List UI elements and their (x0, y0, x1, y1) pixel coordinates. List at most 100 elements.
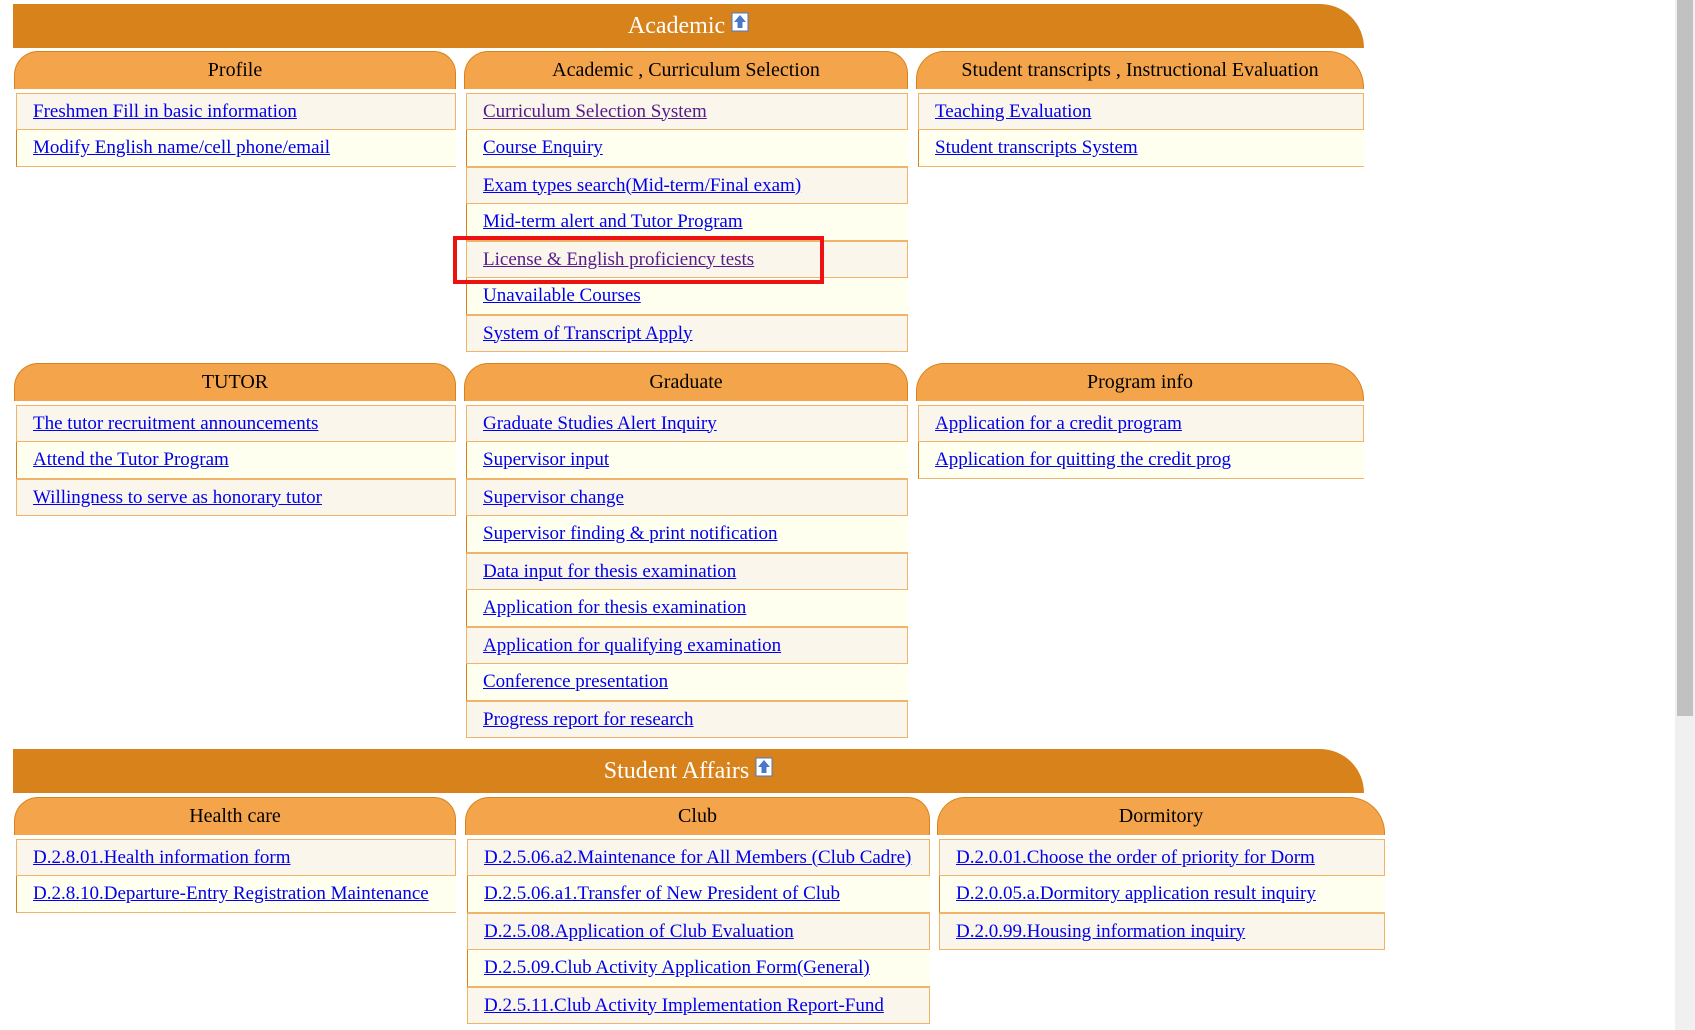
link-credit-program-apply[interactable]: Application for a credit program (935, 413, 1182, 435)
link-graduate-alert-inquiry[interactable]: Graduate Studies Alert Inquiry (483, 413, 717, 435)
program-list: Application for a credit program Applica… (916, 405, 1364, 479)
section-dormitory: Dormitory D.2.0.01.Choose the order of p… (937, 797, 1385, 950)
profile-list: Freshmen Fill in basic information Modif… (14, 93, 456, 167)
section-curriculum: Academic , Curriculum Selection Curricul… (464, 51, 908, 352)
tab-club: Club (465, 797, 930, 835)
tab-transcripts: Student transcripts , Instructional Eval… (916, 51, 1364, 89)
link-progress-report[interactable]: Progress report for research (483, 709, 694, 731)
list-item: D.2.8.10.Departure-Entry Registration Ma… (16, 876, 456, 913)
section-program-info: Program info Application for a credit pr… (916, 363, 1364, 479)
page-root: Academic Profile Freshmen Fill in basic … (0, 0, 1675, 1030)
link-conference-presentation[interactable]: Conference presentation (483, 671, 668, 693)
tab-curriculum: Academic , Curriculum Selection (464, 51, 908, 89)
link-club-activity-form[interactable]: D.2.5.09.Club Activity Application Form(… (484, 957, 870, 979)
link-housing-inquiry[interactable]: D.2.0.99.Housing information inquiry (956, 921, 1245, 943)
student-affairs-title: Student Affairs (603, 757, 750, 784)
list-item: Course Enquiry (466, 130, 908, 167)
scrollbar-thumb[interactable] (1677, 0, 1693, 716)
section-club: Club D.2.5.06.a2.Maintenance for All Mem… (465, 797, 930, 1024)
link-health-info-form[interactable]: D.2.8.01.Health information form (33, 847, 291, 869)
link-club-evaluation[interactable]: D.2.5.08.Application of Club Evaluation (484, 921, 794, 943)
link-transcript-apply[interactable]: System of Transcript Apply (483, 323, 693, 345)
tutor-list: The tutor recruitment announcements Atte… (14, 405, 456, 516)
up-arrow-icon[interactable] (731, 12, 749, 32)
list-item: Supervisor input (466, 442, 908, 479)
tab-tutor: TUTOR (14, 363, 456, 401)
health-list: D.2.8.01.Health information form D.2.8.1… (14, 839, 456, 913)
link-dorm-result-inquiry[interactable]: D.2.0.05.a.Dormitory application result … (956, 883, 1316, 905)
section-tutor: TUTOR The tutor recruitment announcement… (14, 363, 456, 516)
tab-health-care: Health care (14, 797, 456, 835)
curriculum-list: Curriculum Selection System Course Enqui… (464, 93, 908, 352)
up-arrow-icon[interactable] (755, 757, 773, 777)
tab-profile: Profile (14, 51, 456, 89)
list-item: Willingness to serve as honorary tutor (16, 479, 456, 516)
link-course-enquiry[interactable]: Course Enquiry (483, 137, 603, 159)
link-dorm-priority[interactable]: D.2.0.01.Choose the order of priority fo… (956, 847, 1315, 869)
list-item: Graduate Studies Alert Inquiry (466, 405, 908, 442)
list-item: Freshmen Fill in basic information (16, 93, 456, 130)
link-transcripts-system[interactable]: Student transcripts System (935, 137, 1138, 159)
list-item: Teaching Evaluation (918, 93, 1364, 130)
transcripts-list: Teaching Evaluation Student transcripts … (916, 93, 1364, 167)
list-item: D.2.0.01.Choose the order of priority fo… (939, 839, 1385, 876)
link-teaching-evaluation[interactable]: Teaching Evaluation (935, 101, 1091, 123)
list-item: Application for quitting the credit prog (918, 442, 1364, 479)
link-qualifying-exam[interactable]: Application for qualifying examination (483, 635, 781, 657)
link-curriculum-selection-system[interactable]: Curriculum Selection System (483, 101, 707, 123)
link-modify-english-name[interactable]: Modify English name/cell phone/email (33, 137, 330, 159)
link-tutor-recruitment[interactable]: The tutor recruitment announcements (33, 413, 318, 435)
list-item: D.2.5.08.Application of Club Evaluation (467, 913, 930, 950)
student-affairs-banner: Student Affairs (13, 749, 1364, 793)
list-item: D.2.5.06.a2.Maintenance for All Members … (467, 839, 930, 876)
link-honorary-tutor[interactable]: Willingness to serve as honorary tutor (33, 487, 322, 509)
list-item: Modify English name/cell phone/email (16, 130, 456, 167)
link-supervisor-finding[interactable]: Supervisor finding & print notification (483, 523, 777, 545)
link-unavailable-courses[interactable]: Unavailable Courses (483, 285, 641, 307)
academic-title: Academic (627, 12, 726, 39)
link-supervisor-input[interactable]: Supervisor input (483, 449, 609, 471)
list-item: D.2.8.01.Health information form (16, 839, 456, 876)
list-item: Student transcripts System (918, 130, 1364, 167)
link-midterm-alert[interactable]: Mid-term alert and Tutor Program (483, 211, 743, 233)
graduate-list: Graduate Studies Alert Inquiry Superviso… (464, 405, 908, 738)
section-graduate: Graduate Graduate Studies Alert Inquiry … (464, 363, 908, 738)
section-health-care: Health care D.2.8.01.Health information … (14, 797, 456, 913)
list-item: D.2.5.06.a1.Transfer of New President of… (467, 876, 930, 913)
link-thesis-application[interactable]: Application for thesis examination (483, 597, 746, 619)
link-license-english-tests[interactable]: License & English proficiency tests (483, 249, 754, 271)
list-item: Curriculum Selection System (466, 93, 908, 130)
section-transcripts: Student transcripts , Instructional Eval… (916, 51, 1364, 167)
list-item: Application for a credit program (918, 405, 1364, 442)
list-item: Mid-term alert and Tutor Program (466, 204, 908, 241)
list-item: D.2.0.99.Housing information inquiry (939, 913, 1385, 950)
link-club-activity-report[interactable]: D.2.5.11.Club Activity Implementation Re… (484, 995, 884, 1017)
tab-dormitory: Dormitory (937, 797, 1385, 835)
list-item: D.2.0.05.a.Dormitory application result … (939, 876, 1385, 913)
list-item: License & English proficiency tests (466, 241, 908, 278)
link-departure-entry[interactable]: D.2.8.10.Departure-Entry Registration Ma… (33, 883, 429, 905)
list-item: D.2.5.11.Club Activity Implementation Re… (467, 987, 930, 1024)
link-thesis-data-input[interactable]: Data input for thesis examination (483, 561, 736, 583)
list-item: The tutor recruitment announcements (16, 405, 456, 442)
link-exam-types-search[interactable]: Exam types search(Mid-term/Final exam) (483, 175, 801, 197)
link-freshmen-basic-info[interactable]: Freshmen Fill in basic information (33, 101, 297, 123)
tab-graduate: Graduate (464, 363, 908, 401)
link-attend-tutor-program[interactable]: Attend the Tutor Program (33, 449, 229, 471)
link-club-members-maintenance[interactable]: D.2.5.06.a2.Maintenance for All Members … (484, 847, 911, 869)
club-list: D.2.5.06.a2.Maintenance for All Members … (465, 839, 930, 1024)
link-club-president-transfer[interactable]: D.2.5.06.a1.Transfer of New President of… (484, 883, 840, 905)
list-item: Application for qualifying examination (466, 627, 908, 664)
tab-program-info: Program info (916, 363, 1364, 401)
list-item: Supervisor finding & print notification (466, 516, 908, 553)
list-item: Attend the Tutor Program (16, 442, 456, 479)
list-item: Data input for thesis examination (466, 553, 908, 590)
link-supervisor-change[interactable]: Supervisor change (483, 487, 624, 509)
list-item: Application for thesis examination (466, 590, 908, 627)
list-item: Conference presentation (466, 664, 908, 701)
list-item: Progress report for research (466, 701, 908, 738)
link-credit-program-quit[interactable]: Application for quitting the credit prog (935, 449, 1231, 471)
list-item: Supervisor change (466, 479, 908, 516)
vertical-scrollbar[interactable] (1675, 0, 1695, 1030)
dormitory-list: D.2.0.01.Choose the order of priority fo… (937, 839, 1385, 950)
